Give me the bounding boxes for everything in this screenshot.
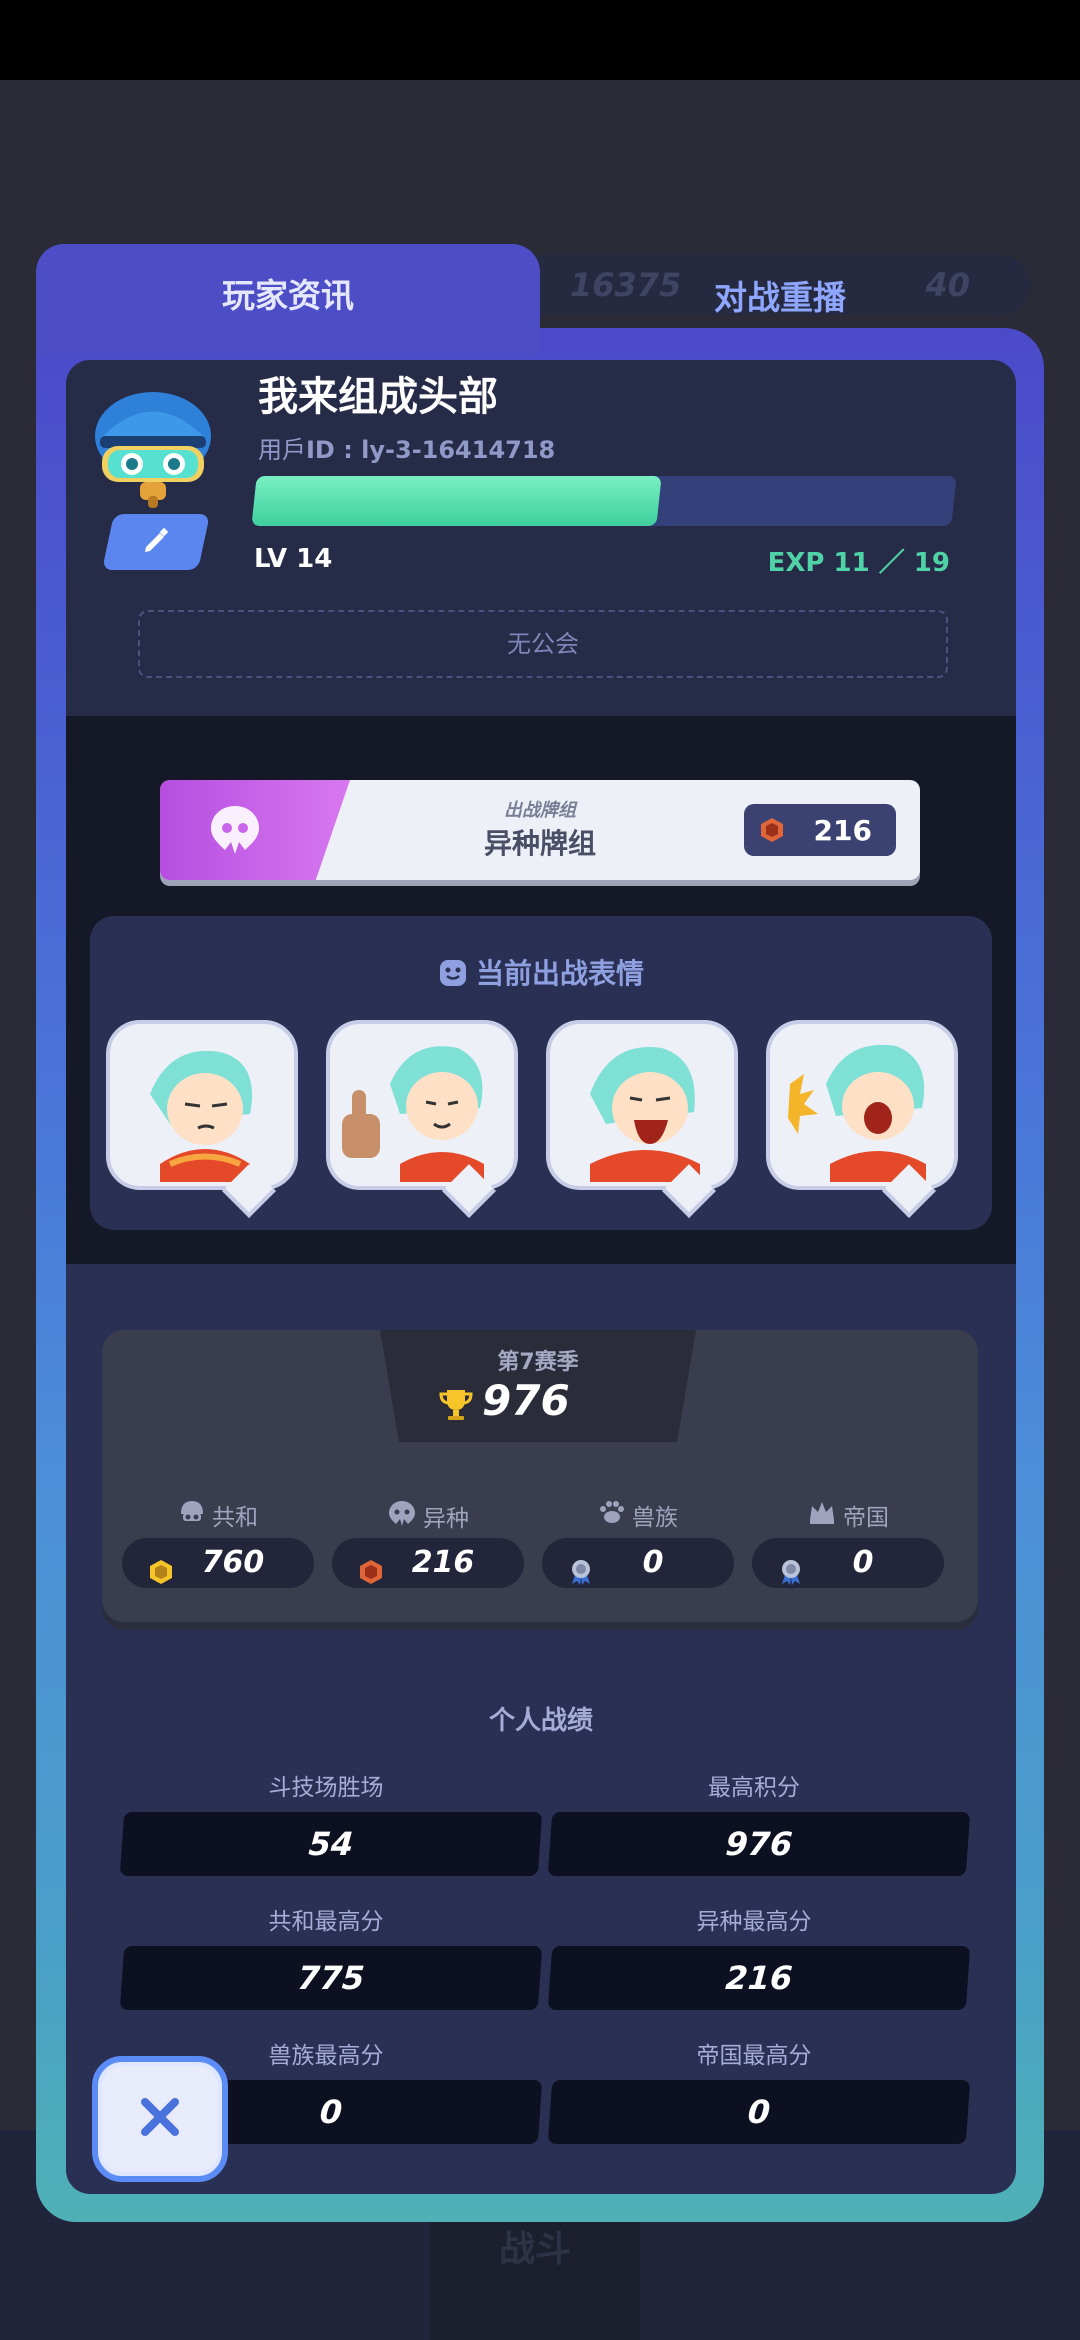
faction-republic: 共和 760 [122,1498,314,1588]
emote-slot-3[interactable] [546,1020,738,1190]
faction-empire-label: 帝国 [752,1498,944,1538]
faction-beast-label: 兽族 [542,1498,734,1538]
crown-icon [807,1498,837,1539]
medal-icon [778,1551,804,1601]
deck-score-badge: 216 [744,804,896,856]
emotes-title: 当前出战表情 [90,952,992,992]
deck-score-value: 216 [813,813,872,847]
exp-counter: EXP 11 ／ 19 [767,548,950,578]
edit-profile-button[interactable] [102,514,210,570]
red-gem-icon [758,816,786,851]
stat-value-empire-best: 0 [547,2080,971,2144]
stat-value-arena-wins: 54 [119,1812,543,1876]
season-panel: 第7赛季 976 共和 760 异种 216 兽族 0 帝国 0 [102,1330,978,1622]
faction-name-text: 异种 [423,1506,469,1532]
emote-thumbs-up-icon [342,1046,484,1182]
faction-score-value: 0 [852,1545,874,1580]
alien-icon [387,1498,417,1541]
faction-republic-score: 760 [122,1538,314,1588]
emotes-title-text: 当前出战表情 [475,957,644,990]
emotes-panel: 当前出战表情 [90,916,992,1230]
red-gem-icon [358,1551,384,1601]
faction-name-text: 帝国 [843,1505,889,1531]
stat-label-highest-score: 最高积分 [708,1775,800,1801]
pencil-icon [141,525,171,559]
status-bar [0,0,1080,80]
robot-helmet-avatar-icon [95,392,211,508]
deck-section: 出战牌组 异种牌组 216 当前出战表情 [66,716,1016,1264]
player-info-panel: 我来组成头部 用戶ID : ly-3-16414718 LV 14 EXP 11… [66,360,1016,2194]
faction-empire-score: 0 [752,1538,944,1588]
faction-empire: 帝国 0 [752,1498,944,1588]
faction-score-value: 760 [201,1545,265,1580]
stat-value-republic-best: 775 [119,1946,543,2010]
emote-slot-1[interactable] [106,1020,298,1190]
player-level: LV 14 [254,544,333,574]
trophy-icon [438,1386,474,1426]
player-uid: 用戶ID : ly-3-16414718 [258,430,555,465]
faction-alien-label: 异种 [332,1498,524,1538]
faction-score-value: 0 [642,1545,664,1580]
tab-battle-replay[interactable]: 对战重播 [650,258,910,338]
emote-slot-2[interactable] [326,1020,518,1190]
exp-progress-fill [251,476,662,526]
emote-shouting-icon [788,1044,926,1182]
season-score: 976 [482,1376,570,1425]
stat-label-empire-best: 帝国最高分 [696,2043,812,2069]
hud-gem-value: 40 [925,266,970,304]
faction-name-text: 兽族 [632,1505,678,1531]
faction-score-value: 216 [411,1545,475,1580]
helmet-icon [178,1498,206,1539]
gold-gem-icon [148,1551,174,1601]
faction-name-text: 共和 [212,1505,258,1531]
uid-prefix: 用戶 [258,436,306,464]
faction-beast: 兽族 0 [542,1498,734,1588]
emote-sleepy-icon [150,1050,252,1182]
personal-stats-title: 个人战绩 [488,1706,593,1736]
season-label: 第7赛季 [497,1350,579,1375]
stat-value-alien-best: 216 [547,1946,971,2010]
uid-value: ID : ly-3-16414718 [306,436,556,464]
tab-player-info[interactable]: 玩家资讯 [36,244,540,354]
stat-label-arena-wins: 斗技场胜场 [268,1775,384,1801]
faction-republic-label: 共和 [122,1498,314,1538]
player-name: 我来组成头部 [258,374,498,420]
guild-button[interactable]: 无公会 [138,610,948,678]
faction-alien: 异种 216 [332,1498,524,1588]
stat-value-highest-score: 976 [547,1812,971,1876]
stat-label-alien-best: 异种最高分 [696,1909,812,1935]
stat-label-republic-best: 共和最高分 [268,1909,384,1935]
medal-icon [568,1551,594,1601]
emote-slot-4[interactable] [766,1020,958,1190]
close-icon [135,2092,185,2146]
active-deck-card[interactable]: 出战牌组 异种牌组 216 [160,780,920,880]
close-button[interactable] [92,2056,228,2182]
emote-face-icon [438,957,476,990]
exp-progress-bar [251,476,957,526]
faction-beast-score: 0 [542,1538,734,1588]
paw-icon [598,1498,626,1539]
emote-laughing-icon [590,1046,700,1182]
faction-alien-score: 216 [332,1538,524,1588]
profile-section: 我来组成头部 用戶ID : ly-3-16414718 LV 14 EXP 11… [66,360,1016,716]
